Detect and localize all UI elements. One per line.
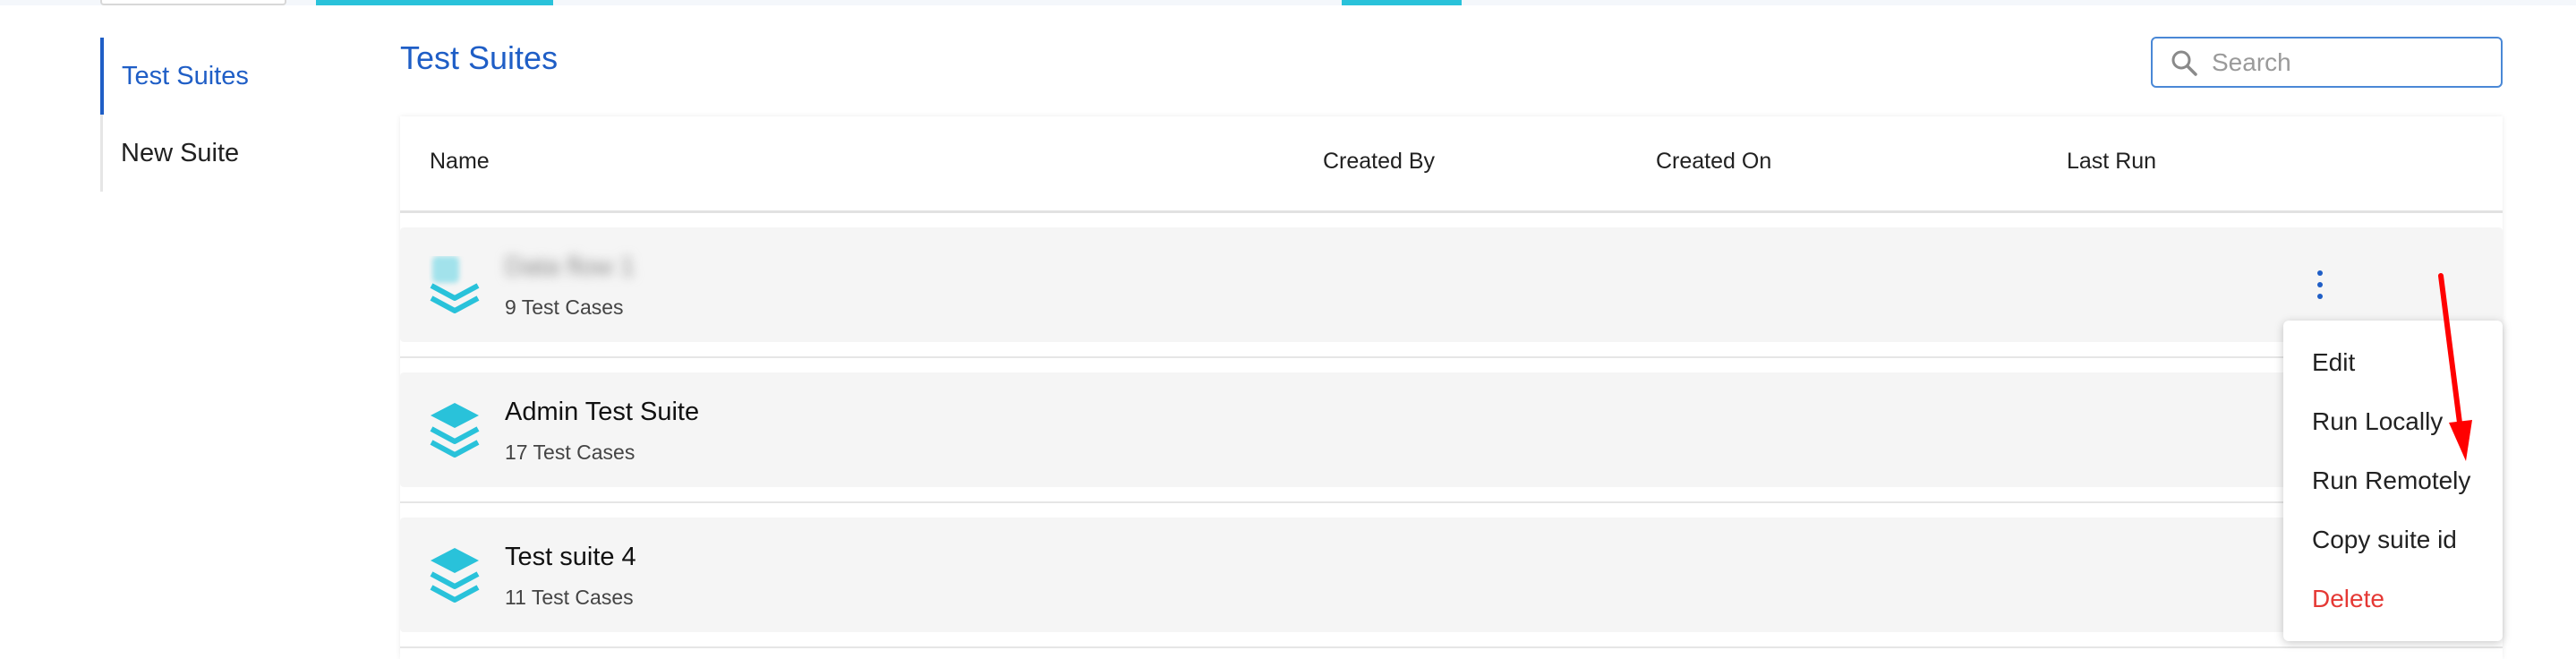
suites-table: Name Created By Created On Last Run Data…	[400, 116, 2503, 659]
column-header-last-run[interactable]: Last Run	[2067, 149, 2156, 175]
menu-item-delete[interactable]: Delete	[2283, 569, 2503, 629]
sidebar-item-test-suites[interactable]: Test Suites	[100, 38, 306, 115]
sidebar-item-new-suite[interactable]: New Suite	[100, 115, 306, 192]
table-header: Name Created By Created On Last Run	[400, 116, 2503, 213]
column-header-name[interactable]: Name	[430, 149, 490, 175]
suite-name[interactable]: Admin Test Suite	[505, 398, 699, 427]
top-tab-indicator	[1342, 0, 1462, 5]
kebab-dot	[2317, 282, 2323, 287]
layers-icon	[430, 403, 480, 458]
suite-test-count: 11 Test Cases	[505, 586, 634, 609]
kebab-dot	[2317, 294, 2323, 299]
column-header-created-on[interactable]: Created On	[1656, 149, 1771, 175]
more-vert-icon[interactable]	[2307, 267, 2333, 303]
table-row[interactable]: Data flow 1 9 Test Cases	[400, 213, 2503, 358]
search-box[interactable]	[2151, 37, 2503, 88]
suite-name[interactable]: Data flow 1	[505, 252, 635, 282]
suite-test-count: 9 Test Cases	[505, 295, 624, 319]
table-row[interactable]: Test suite 4 11 Test Cases	[400, 503, 2503, 648]
menu-item-run-remotely[interactable]: Run Remotely	[2283, 451, 2503, 510]
layers-icon	[430, 256, 480, 313]
search-icon	[2171, 50, 2197, 76]
top-tab-indicator	[316, 0, 553, 5]
suite-test-count: 17 Test Cases	[505, 441, 635, 464]
page-title: Test Suites	[400, 39, 559, 76]
top-nav-select[interactable]	[100, 0, 286, 5]
suite-name[interactable]: Test suite 4	[505, 543, 636, 572]
suite-actions-menu: Edit Run Locally Run Remotely Copy suite…	[2283, 321, 2503, 641]
menu-item-edit[interactable]: Edit	[2283, 333, 2503, 392]
layers-icon	[430, 548, 480, 603]
kebab-dot	[2317, 270, 2323, 276]
menu-item-run-locally[interactable]: Run Locally	[2283, 392, 2503, 451]
menu-item-copy-suite-id[interactable]: Copy suite id	[2283, 510, 2503, 569]
sidebar: Test Suites New Suite	[100, 38, 306, 192]
column-header-created-by[interactable]: Created By	[1323, 149, 1435, 175]
search-input[interactable]	[2212, 47, 2498, 77]
table-row[interactable]: Admin Test Suite 17 Test Cases	[400, 358, 2503, 503]
